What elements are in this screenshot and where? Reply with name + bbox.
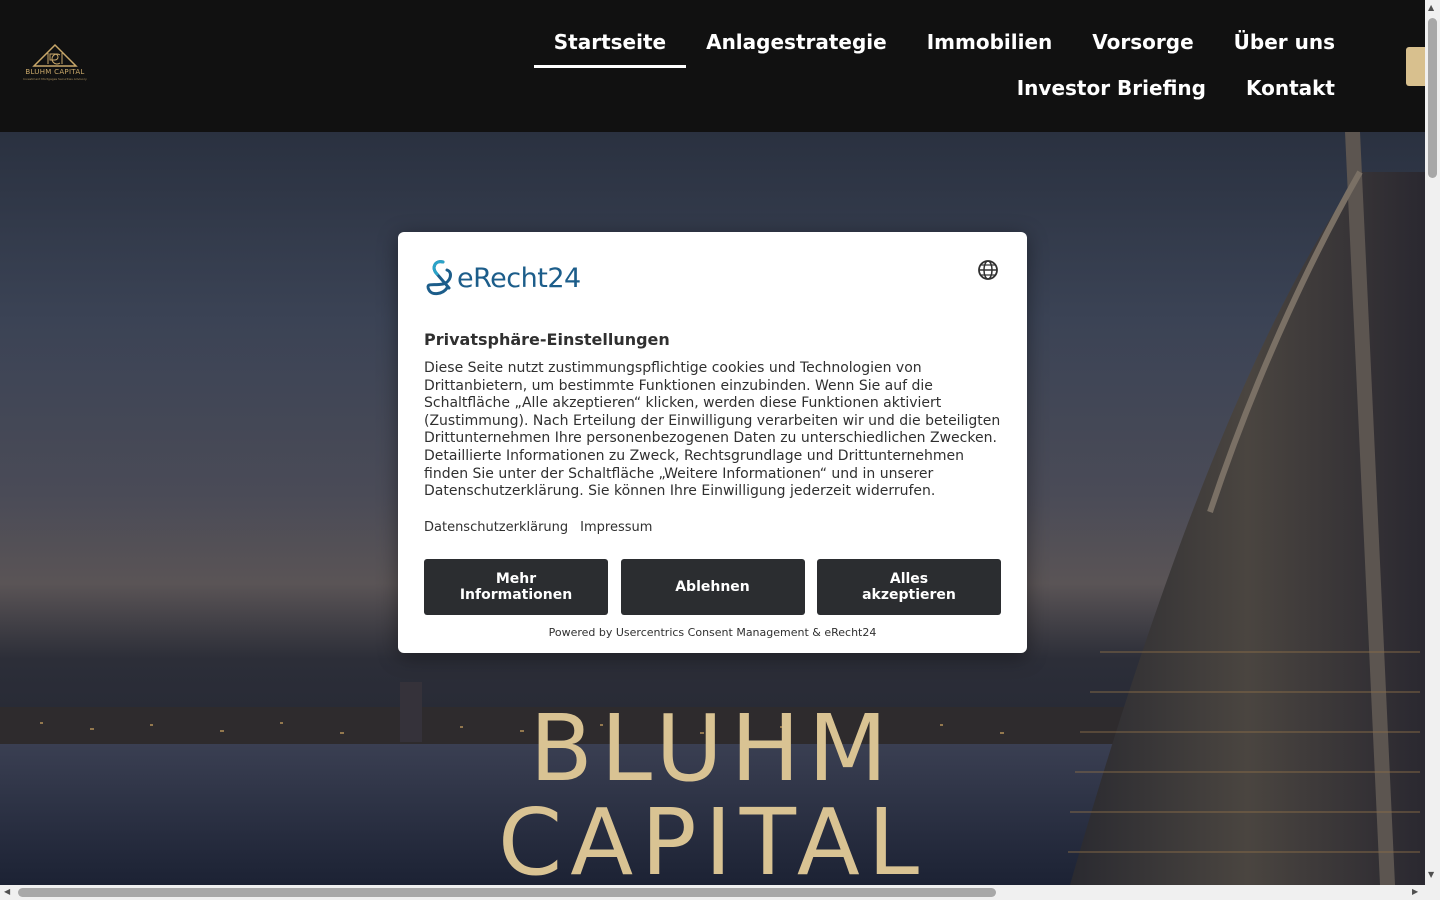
logo-tagline: Investment Mortgages Securities Advisory — [23, 77, 87, 81]
logo-name: BLUHM CAPITAL — [25, 68, 85, 76]
accept-all-button[interactable]: Alles akzeptieren — [817, 559, 1001, 615]
hero-title-line1: BLUHM — [529, 695, 896, 802]
triangle-monogram-icon — [32, 43, 78, 67]
more-information-button[interactable]: Mehr Informationen — [424, 559, 608, 615]
nav-item-investor-briefing[interactable]: Investor Briefing — [997, 66, 1226, 112]
erecht24-logo: eRecht24 — [423, 258, 581, 298]
nav-row-primary: Startseite Anlagestrategie Immobilien Vo… — [455, 20, 1355, 68]
consent-title: Privatsphäre-Einstellungen — [424, 330, 670, 349]
hero-title-line2: CAPITAL — [497, 789, 928, 886]
side-tab-button[interactable] — [1406, 47, 1425, 86]
scroll-down-arrow-icon[interactable]: ▼ — [1428, 870, 1434, 880]
consent-links: Datenschutzerklärung Impressum — [424, 520, 652, 535]
consent-button-row: Mehr Informationen Ablehnen Alles akzept… — [424, 559, 1001, 615]
language-globe-icon[interactable] — [977, 259, 999, 281]
vertical-scrollbar[interactable]: ▲ ▼ — [1425, 0, 1440, 885]
site-logo[interactable]: BLUHM CAPITAL Investment Mortgages Secur… — [22, 42, 88, 90]
nav-item-startseite[interactable]: Startseite — [533, 20, 687, 68]
site-header: BLUHM CAPITAL Investment Mortgages Secur… — [0, 0, 1425, 132]
scroll-left-arrow-icon[interactable]: ◀ — [4, 887, 10, 897]
erecht24-ampersand-icon — [426, 260, 452, 296]
imprint-link[interactable]: Impressum — [580, 520, 652, 535]
nav-item-kontakt[interactable]: Kontakt — [1226, 66, 1355, 112]
privacy-policy-link[interactable]: Datenschutzerklärung — [424, 520, 568, 535]
decline-button[interactable]: Ablehnen — [620, 559, 805, 615]
horizontal-scrollbar-thumb[interactable] — [18, 888, 996, 897]
consent-description: Diese Seite nutzt zustimmungspflichtige … — [424, 360, 1001, 500]
horizontal-scrollbar[interactable]: ◀ ▶ — [0, 885, 1425, 900]
scroll-up-arrow-icon[interactable]: ▲ — [1428, 3, 1434, 13]
vertical-scrollbar-thumb[interactable] — [1428, 18, 1437, 178]
nav-item-vorsorge[interactable]: Vorsorge — [1072, 20, 1213, 66]
nav-item-immobilien[interactable]: Immobilien — [907, 20, 1073, 66]
powered-by-note: Powered by Usercentrics Consent Manageme… — [548, 626, 877, 639]
cookie-consent-dialog: eRecht24 Privatsphäre-Einstellungen Dies… — [398, 232, 1027, 653]
main-navigation: Startseite Anlagestrategie Immobilien Vo… — [455, 20, 1355, 112]
scroll-right-arrow-icon[interactable]: ▶ — [1412, 887, 1418, 897]
nav-item-ueber-uns[interactable]: Über uns — [1214, 20, 1355, 66]
brand-name: eRecht24 — [457, 262, 581, 294]
scrollbar-corner — [1425, 885, 1440, 900]
nav-item-anlagestrategie[interactable]: Anlagestrategie — [686, 20, 907, 66]
nav-row-secondary: Investor Briefing Kontakt — [455, 66, 1355, 112]
